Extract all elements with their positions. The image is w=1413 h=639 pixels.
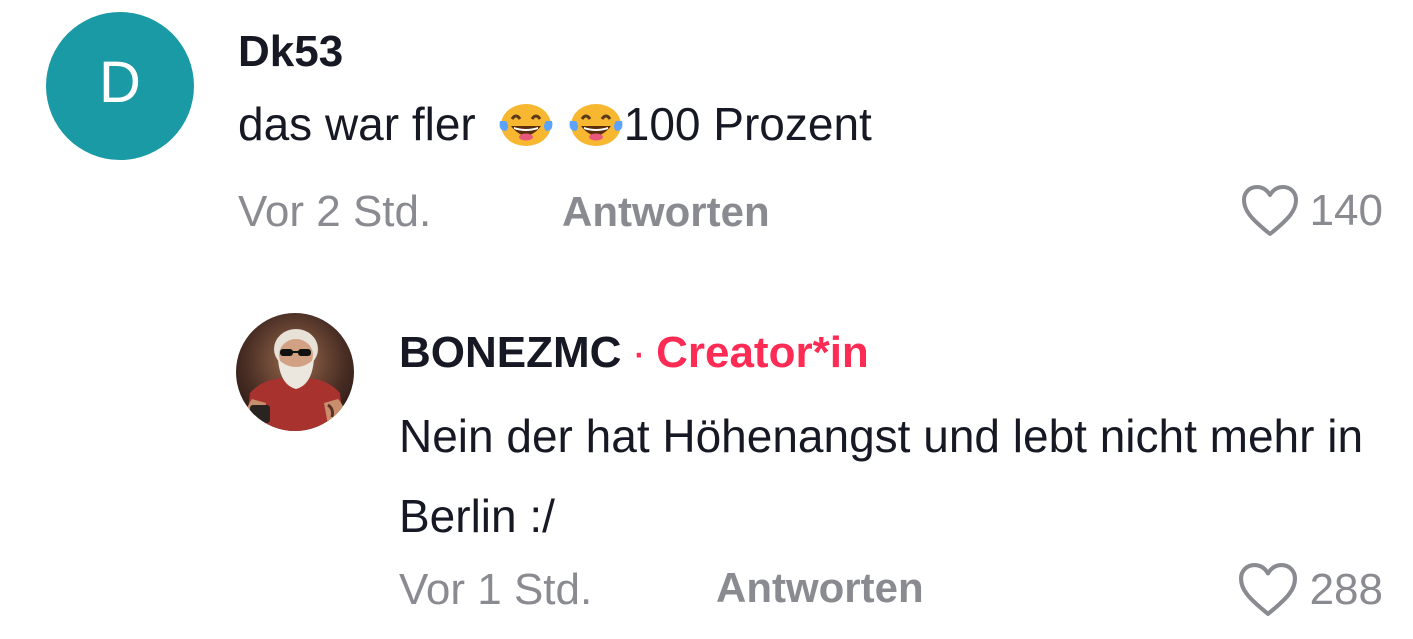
avatar[interactable]: D: [46, 12, 194, 160]
reply-like-count: 288: [1309, 565, 1383, 614]
creator-avatar[interactable]: [236, 313, 354, 431]
tears-of-joy-emoji-icon: [569, 104, 623, 147]
reply-timestamp: Vor 1 Std.: [399, 565, 593, 614]
heart-outline-icon: [1238, 563, 1297, 616]
reply-text: Nein der hat Höhenangst und lebt nicht m…: [399, 410, 1364, 542]
heart-outline-icon: [1241, 185, 1298, 236]
like-count: 140: [1309, 186, 1383, 235]
comments-section: D Dk53 das war fler 100 Prozent Vor 2 St…: [0, 0, 1413, 639]
comment-text-start: das war fler: [238, 98, 476, 150]
avatar-letter: D: [99, 50, 141, 115]
reply-button[interactable]: Antworten: [562, 191, 770, 233]
reply-reply-button[interactable]: Antworten: [716, 567, 924, 609]
comment-timestamp: Vor 2 Std.: [238, 187, 432, 236]
reply-username[interactable]: BONEZMC: [399, 328, 621, 378]
tears-of-joy-emoji-icon: [499, 104, 553, 147]
reply-like-button[interactable]: 288: [1236, 562, 1383, 618]
reply-header: BONEZMC · Creator*in: [399, 328, 869, 378]
comment-text-end: 100 Prozent: [623, 98, 872, 150]
separator-dot: ·: [631, 328, 647, 377]
comment-text: das war fler 100 Prozent: [238, 98, 872, 151]
comment-username[interactable]: Dk53: [238, 30, 343, 74]
creator-avatar-image: [236, 313, 354, 431]
like-button[interactable]: 140: [1240, 184, 1383, 238]
creator-badge: Creator*in: [656, 328, 869, 377]
